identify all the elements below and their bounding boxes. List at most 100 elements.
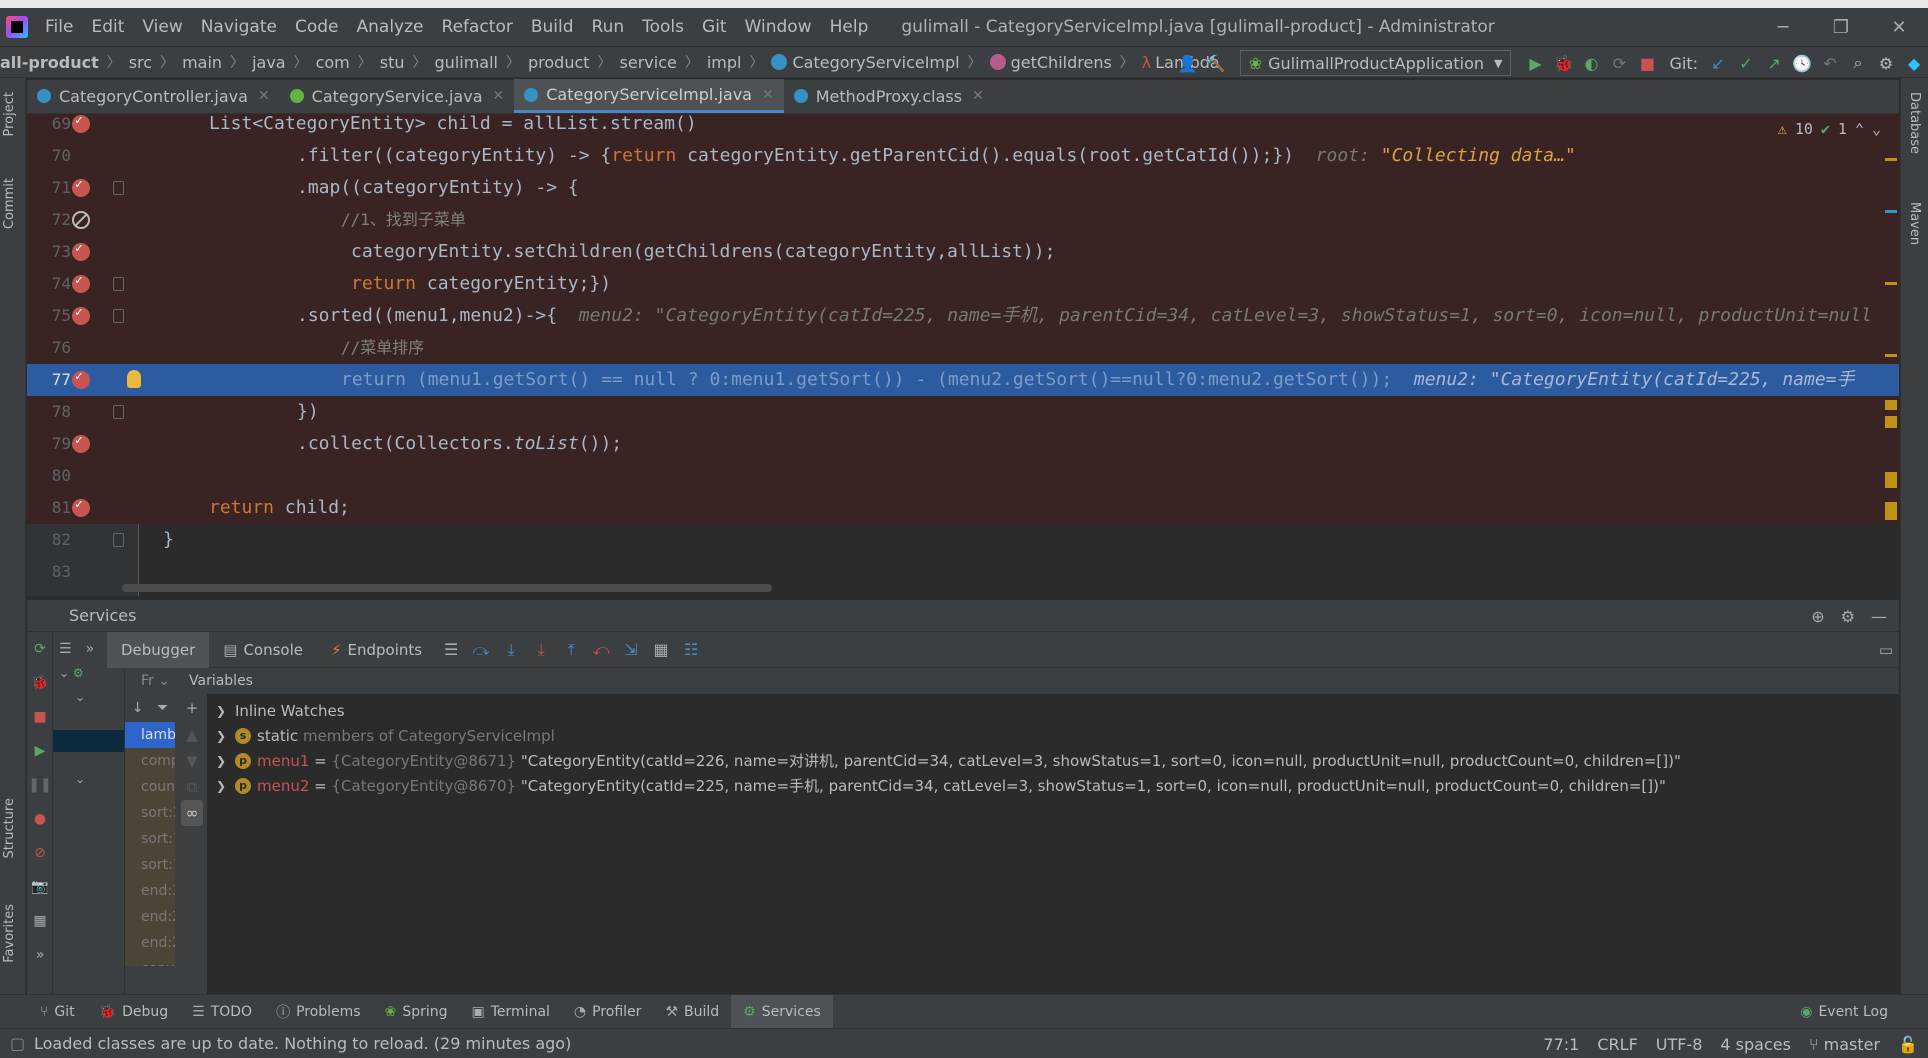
tab-category-controller[interactable]: CategoryController.java ✕ <box>27 79 280 113</box>
chevron-right-icon[interactable]: ❯ <box>207 779 235 793</box>
layout-settings-icon[interactable]: ▭ <box>1879 641 1893 659</box>
tool-tab-todo[interactable]: ☰ TODO <box>180 995 264 1029</box>
breadcrumb-java[interactable]: java <box>252 53 286 72</box>
chevron-right-icon[interactable]: ❯ <box>207 754 235 768</box>
breadcrumb-class[interactable]: CategoryServiceImpl <box>792 53 959 72</box>
tree-node[interactable]: ⌄ <box>53 690 124 714</box>
stop-icon[interactable]: ■ <box>1633 49 1661 77</box>
breadcrumb-product[interactable]: product <box>528 53 590 72</box>
more-icon[interactable]: » <box>86 641 95 657</box>
git-push-icon[interactable]: ↗ <box>1760 49 1788 77</box>
target-icon[interactable]: ⊕ <box>1811 607 1824 626</box>
tab-console[interactable]: ▤ Console <box>209 632 317 668</box>
move-down-icon[interactable]: ▼ <box>177 748 207 774</box>
favorites-tool-tab[interactable]: Favorites <box>2 904 17 963</box>
move-up-icon[interactable]: ▲ <box>177 722 207 748</box>
debug-icon[interactable]: 🐞 <box>1549 49 1577 77</box>
breadcrumb-src[interactable]: src <box>129 53 152 72</box>
menu-help[interactable]: Help <box>821 8 878 46</box>
menu-window[interactable]: Window <box>736 8 821 46</box>
line-separator[interactable]: CRLF <box>1597 1035 1637 1054</box>
tool-tab-services[interactable]: ⚙ Services <box>731 994 833 1029</box>
user-icon[interactable]: 👤 <box>1174 49 1202 77</box>
menu-edit[interactable]: Edit <box>82 8 133 46</box>
tool-tab-git[interactable]: ⑂ Git <box>28 995 87 1029</box>
pause-icon[interactable]: ❚❚ <box>27 768 53 802</box>
git-update-icon[interactable]: ↙ <box>1704 49 1732 77</box>
camera-icon[interactable]: 📷 <box>27 870 53 904</box>
services-tree[interactable]: ☰ » ⌄ ⚙ ⌄ ⌄ <box>53 632 125 994</box>
run-to-cursor-icon[interactable]: ⇲ <box>616 640 646 659</box>
tab-method-proxy[interactable]: MethodProxy.class ✕ <box>784 79 994 113</box>
close-tab-icon[interactable]: ✕ <box>258 88 270 104</box>
var-row-menu1[interactable]: ❯ p menu1 = {CategoryEntity@8671} "Categ… <box>207 748 1899 773</box>
glasses-icon[interactable]: ∞ <box>181 800 203 826</box>
view-breakpoints-icon[interactable]: ● <box>27 802 53 836</box>
menu-tools[interactable]: Tools <box>633 8 693 46</box>
settings-gear-icon[interactable]: ⚙ <box>1872 49 1900 77</box>
file-encoding[interactable]: UTF-8 <box>1656 1035 1703 1054</box>
project-tool-tab[interactable]: Project <box>2 92 17 136</box>
tab-debugger[interactable]: Debugger <box>107 631 210 668</box>
close-tab-icon[interactable]: ✕ <box>972 88 984 104</box>
var-row-inline-watches[interactable]: ❯ Inline Watches <box>207 698 1899 723</box>
inspection-widget[interactable]: ⚠ 10 ✔ 1 ⌃ ⌄ <box>1773 120 1885 138</box>
status-message[interactable]: Loaded classes are up to date. Nothing t… <box>34 1034 571 1053</box>
caret-position[interactable]: 77:1 <box>1543 1035 1579 1054</box>
profile-icon[interactable]: ⟳ <box>1605 49 1633 77</box>
menu-run[interactable]: Run <box>583 8 634 46</box>
menu-analyze[interactable]: Analyze <box>348 8 433 46</box>
arrow-down-icon[interactable]: ↓ <box>132 700 144 716</box>
stop-icon[interactable]: ■ <box>27 700 53 734</box>
fold-marker-icon[interactable] <box>113 533 124 547</box>
resume-icon[interactable]: ▶ <box>27 734 53 768</box>
frame-item[interactable]: copyl <box>125 956 175 966</box>
restore-icon[interactable]: ❐ <box>1812 8 1870 46</box>
tool-tab-debug[interactable]: 🐞 Debug <box>87 995 180 1029</box>
tab-endpoints[interactable]: ⚡ Endpoints <box>317 632 436 668</box>
tool-tab-spring[interactable]: ❀ Spring <box>373 995 460 1029</box>
force-step-into-icon[interactable]: ⤓ <box>526 640 556 660</box>
fold-marker-icon[interactable] <box>113 405 124 419</box>
fold-marker-icon[interactable] <box>113 309 124 323</box>
frame-item[interactable]: end:3 <box>125 878 175 904</box>
mute-breakpoints-icon[interactable]: ⊘ <box>27 836 53 870</box>
fold-marker-icon[interactable] <box>113 181 124 195</box>
frame-item[interactable]: count <box>125 774 175 800</box>
chevron-up-icon[interactable]: ⌃ <box>1855 120 1864 138</box>
frame-item[interactable]: comp <box>125 748 175 774</box>
breakpoint-icon[interactable] <box>72 114 90 133</box>
breadcrumb-stu[interactable]: stu <box>380 53 405 72</box>
build-hammer-icon[interactable]: 🔨 <box>1202 49 1230 77</box>
breakpoint-icon[interactable] <box>72 177 90 197</box>
layout-toggle-icon[interactable]: ▢ <box>10 1034 25 1053</box>
lock-icon[interactable]: 🔓 <box>1898 1035 1918 1054</box>
menu-git[interactable]: Git <box>693 8 736 46</box>
breadcrumb-gulimall[interactable]: gulimall <box>435 53 498 72</box>
trace-icon[interactable]: ☷ <box>676 640 706 659</box>
frame-item[interactable]: end:2 <box>125 904 175 930</box>
breadcrumb-service[interactable]: service <box>620 53 677 72</box>
tool-tab-build[interactable]: ⚒ Build <box>653 995 731 1029</box>
breadcrumb-project[interactable]: all-product <box>0 53 99 72</box>
minimize-icon[interactable]: ─ <box>1754 8 1812 46</box>
step-into-icon[interactable]: ⤓ <box>496 640 526 660</box>
menu-file[interactable]: File <box>36 8 82 46</box>
tool-tab-problems[interactable]: ⓘ Problems <box>264 995 373 1029</box>
chevron-right-icon[interactable]: ❯ <box>207 729 235 743</box>
close-tab-icon[interactable]: ✕ <box>493 88 505 104</box>
code-editor[interactable]: 69 List<CategoryEntity> child = allList.… <box>27 114 1899 596</box>
step-out-icon[interactable]: ⤒ <box>556 640 586 660</box>
breakpoint-icon[interactable] <box>72 273 90 293</box>
history-icon[interactable]: 🕓 <box>1788 49 1816 77</box>
horizontal-scrollbar[interactable] <box>122 584 772 592</box>
coverage-icon[interactable]: ◐ <box>1577 49 1605 77</box>
frame-item[interactable]: lambda <box>125 722 175 748</box>
plugin-icon[interactable]: ◆ <box>1900 49 1928 77</box>
settings-gear-icon[interactable]: ⚙ <box>1841 607 1855 626</box>
breadcrumb-impl[interactable]: impl <box>707 53 742 72</box>
tool-tab-profiler[interactable]: ◔ Profiler <box>562 995 654 1029</box>
close-window-icon[interactable]: ✕ <box>1870 8 1928 46</box>
tab-category-service-impl[interactable]: CategoryServiceImpl.java ✕ <box>514 79 784 113</box>
drop-frame-icon[interactable]: ⤺ <box>586 640 616 660</box>
